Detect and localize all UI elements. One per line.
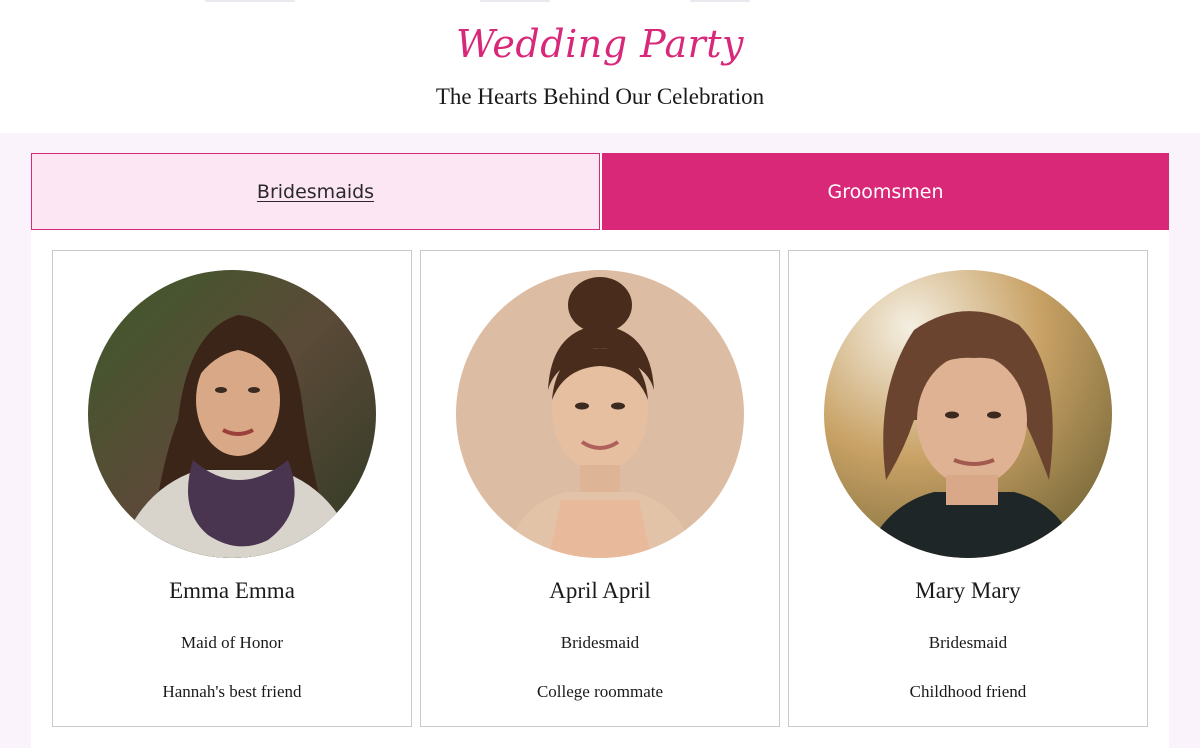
tab-groomsmen-label: Groomsmen <box>827 180 944 203</box>
tab-bridesmaids[interactable]: Bridesmaids <box>31 153 600 230</box>
member-relation: Hannah's best friend <box>162 682 302 701</box>
member-card: April April Bridesmaid College roommate <box>420 250 780 727</box>
page-subtitle: The Hearts Behind Our Celebration <box>435 84 765 109</box>
member-card: Emma Emma Maid of Honor Hannah's best fr… <box>52 250 412 727</box>
member-name: April April <box>549 578 651 603</box>
top-divider <box>0 0 1200 3</box>
member-name: Emma Emma <box>169 578 295 603</box>
woman-dark-hair-scarf-photo <box>88 270 376 558</box>
page-title: Wedding Party <box>455 22 745 66</box>
member-card: Mary Mary Bridesmaid Childhood friend <box>788 250 1148 727</box>
woman-hair-bun-photo <box>456 270 744 558</box>
member-role: Maid of Honor <box>181 633 283 652</box>
member-relation: Childhood friend <box>909 682 1027 701</box>
header: Wedding Party The Hearts Behind Our Cele… <box>0 0 1200 133</box>
member-role: Bridesmaid <box>928 633 1008 652</box>
member-role: Bridesmaid <box>560 633 640 652</box>
member-name: Mary Mary <box>915 578 1021 603</box>
member-relation: College roommate <box>536 682 664 701</box>
tab-groomsmen[interactable]: Groomsmen <box>602 153 1169 230</box>
woman-bob-haircut-photo <box>824 270 1112 558</box>
tab-bridesmaids-label: Bridesmaids <box>256 180 375 203</box>
